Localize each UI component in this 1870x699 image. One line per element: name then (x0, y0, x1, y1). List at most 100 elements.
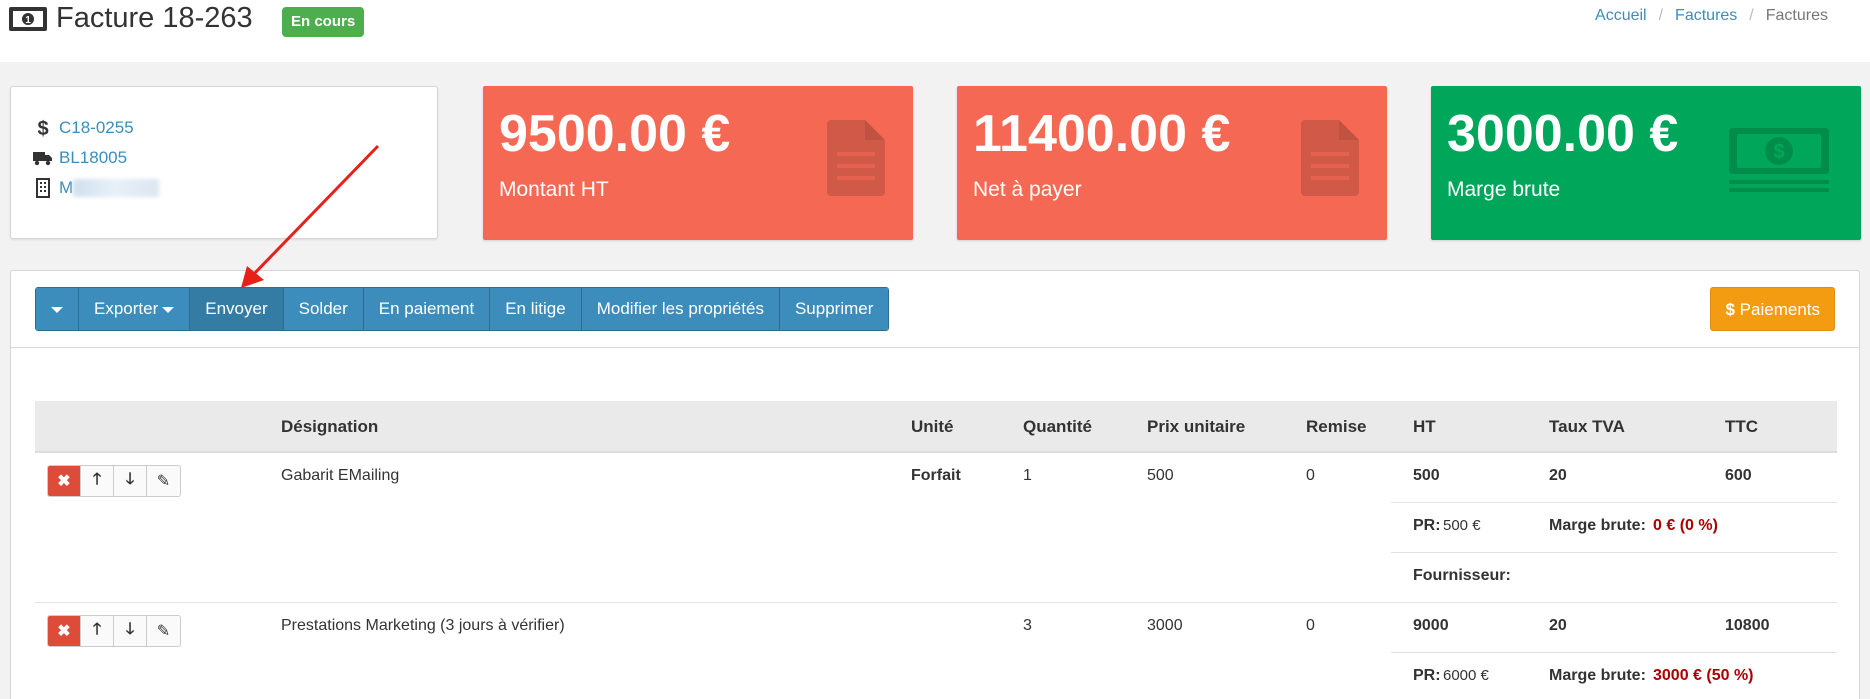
delete-row-button[interactable]: ✖ (48, 466, 81, 496)
delete-button[interactable]: Supprimer (779, 288, 889, 330)
pr-label: PR: (1413, 517, 1441, 534)
cell-ht: 9000 (1413, 617, 1449, 634)
cell-vat: 20 (1549, 617, 1567, 634)
stat-value: 3000.00 € (1447, 105, 1679, 163)
move-down-button[interactable]: 🡓 (114, 466, 147, 496)
invoice-info-box: $ C18-0255 BL18005 M (10, 86, 438, 239)
col-vat: Taux TVA (1549, 417, 1625, 436)
move-down-button[interactable]: 🡓 (114, 616, 147, 646)
col-unit-price: Prix unitaire (1147, 417, 1246, 436)
cell-ttc: 600 (1725, 467, 1752, 484)
arrow-up-icon: 🡑 (92, 620, 102, 638)
caret-down-icon (162, 306, 175, 313)
status-badge: En cours (282, 7, 365, 37)
edit-row-button[interactable]: ✎ (147, 616, 180, 646)
breadcrumb-separator: / (1749, 7, 1754, 24)
delivery-note-link[interactable]: BL18005 (59, 148, 127, 168)
stat-label: Montant HT (499, 178, 609, 201)
move-up-button[interactable]: 🡑 (81, 466, 114, 496)
caret-down-icon (51, 306, 63, 313)
payments-label: Paiements (1739, 300, 1820, 319)
stat-amount-ht: 9500.00 € Montant HT (483, 86, 913, 240)
toolbar-divider (11, 347, 1859, 348)
breadcrumb: Accueil / Factures / Factures (1595, 7, 1828, 25)
truck-icon (33, 148, 53, 168)
cell-discount: 0 (1306, 467, 1315, 484)
col-unit: Unité (911, 417, 954, 436)
file-icon (827, 120, 885, 201)
invoice-lines-panel: Exporter Envoyer Solder En paiement En l… (10, 270, 1860, 699)
money-icon: $ (1729, 128, 1829, 199)
margin-label: Marge brute: (1549, 667, 1646, 684)
breadcrumb-invoices[interactable]: Factures (1675, 7, 1737, 25)
redacted-company-name (73, 179, 160, 197)
cell-unit: Forfait (911, 467, 961, 484)
pr-value: 6000 € (1443, 667, 1489, 684)
file-icon (1301, 120, 1359, 201)
svg-text:$: $ (1773, 141, 1784, 163)
stat-net-to-pay: 11400.00 € Net à payer (957, 86, 1387, 240)
stat-label: Marge brute (1447, 178, 1561, 201)
margin-value: 3000 € (50 %) (1653, 667, 1754, 684)
cell-quantity: 3 (1023, 617, 1032, 634)
send-button[interactable]: Envoyer (190, 288, 284, 330)
client-link[interactable]: C18-0255 (59, 118, 134, 138)
row-actions: ✖ 🡑 🡓 ✎ (47, 465, 181, 497)
col-ht: HT (1413, 417, 1436, 436)
client-line: $ C18-0255 (33, 113, 415, 143)
edit-properties-button[interactable]: Modifier les propriétés (581, 288, 780, 330)
edit-row-button[interactable]: ✎ (147, 466, 180, 496)
in-payment-button[interactable]: En paiement (363, 288, 491, 330)
row-divider (35, 602, 1837, 603)
arrow-up-icon: 🡑 (92, 470, 102, 488)
stat-gross-margin: 3000.00 € Marge brute $ (1431, 86, 1861, 240)
col-discount: Remise (1306, 417, 1367, 436)
breadcrumb-current: Factures (1765, 7, 1828, 24)
money-icon: 1 (8, 6, 48, 32)
pr-label: PR: (1413, 667, 1441, 684)
svg-text:1: 1 (25, 15, 31, 26)
breadcrumb-home[interactable]: Accueil (1595, 7, 1647, 25)
page-title: Facture 18-263 (56, 2, 253, 34)
col-designation: Désignation (281, 417, 379, 436)
company-line: M (33, 173, 415, 203)
building-icon (33, 178, 53, 198)
company-link[interactable]: M (59, 178, 73, 198)
payments-button[interactable]: $ Paiements (1710, 287, 1835, 331)
row-divider (1391, 502, 1837, 503)
cell-designation: Gabarit EMailing (281, 467, 400, 484)
dollar-icon: $ (33, 118, 53, 138)
move-up-button[interactable]: 🡑 (81, 616, 114, 646)
col-ttc: TTC (1725, 417, 1759, 436)
cell-ttc: 10800 (1725, 617, 1770, 634)
disputed-button[interactable]: En litige (490, 288, 582, 330)
arrow-down-icon: 🡓 (125, 470, 135, 488)
dollar-icon: $ (1725, 300, 1735, 319)
export-button[interactable]: Exporter (79, 288, 191, 330)
toolbar-dropdown-button[interactable] (36, 288, 79, 330)
page-header: 1 Facture 18-263 En cours Accueil / Fact… (0, 0, 1870, 62)
margin-label: Marge brute: (1549, 517, 1646, 534)
svg-text:$: $ (37, 118, 48, 138)
settle-button[interactable]: Solder (283, 288, 364, 330)
row-divider (1391, 552, 1837, 553)
close-icon: ✖ (57, 623, 71, 640)
cell-vat: 20 (1549, 467, 1567, 484)
edit-icon: ✎ (156, 623, 171, 640)
breadcrumb-separator: / (1658, 7, 1664, 24)
close-icon: ✖ (57, 473, 71, 490)
pr-value: 500 € (1443, 517, 1481, 534)
col-quantity: Quantité (1023, 417, 1092, 436)
delivery-line: BL18005 (33, 143, 415, 173)
stat-value: 9500.00 € (499, 105, 731, 163)
cell-ht: 500 (1413, 467, 1440, 484)
cell-unit-price: 3000 (1147, 617, 1183, 634)
invoice-actions-toolbar: Exporter Envoyer Solder En paiement En l… (35, 287, 890, 331)
edit-icon: ✎ (156, 473, 171, 490)
supplier-label: Fournisseur: (1413, 567, 1511, 584)
cell-designation: Prestations Marketing (3 jours à vérifie… (281, 617, 565, 634)
stat-value: 11400.00 € (973, 105, 1231, 163)
delete-row-button[interactable]: ✖ (48, 616, 81, 646)
export-label: Exporter (94, 299, 159, 318)
cell-discount: 0 (1306, 617, 1315, 634)
